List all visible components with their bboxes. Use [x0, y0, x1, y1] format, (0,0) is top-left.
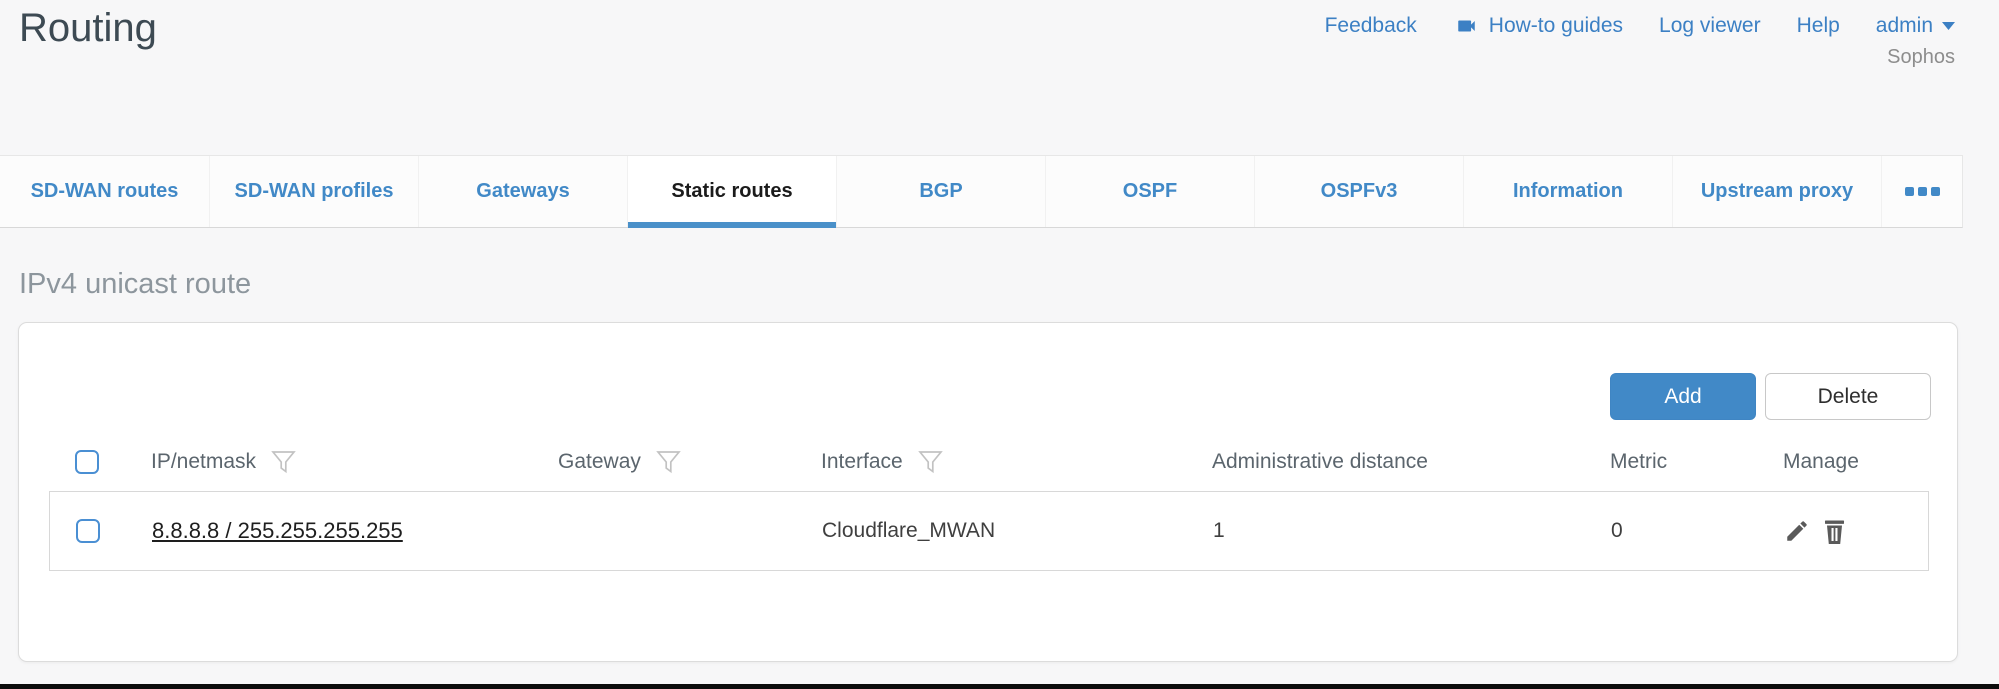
- card-buttons: Add Delete: [1610, 373, 1931, 420]
- delete-button[interactable]: Delete: [1765, 373, 1931, 420]
- help-label: Help: [1797, 14, 1840, 38]
- howto-guides-link[interactable]: How-to guides: [1453, 14, 1623, 38]
- log-viewer-label: Log viewer: [1659, 14, 1761, 38]
- howto-guides-label: How-to guides: [1489, 14, 1623, 38]
- tab-sd-wan-profiles[interactable]: SD-WAN profiles: [209, 156, 418, 227]
- table-header-row: IP/netmask Gateway Interface Administrat…: [49, 436, 1931, 488]
- column-header-gateway[interactable]: Gateway: [558, 450, 641, 474]
- log-viewer-link[interactable]: Log viewer: [1659, 14, 1761, 38]
- help-link[interactable]: Help: [1797, 14, 1840, 38]
- add-button[interactable]: Add: [1610, 373, 1756, 420]
- feedback-link-label: Feedback: [1325, 14, 1417, 38]
- edit-pencil-icon[interactable]: [1784, 518, 1810, 544]
- chevron-down-icon: [1942, 22, 1955, 30]
- filter-funnel-icon[interactable]: [918, 450, 943, 474]
- ellipsis-icon: [1931, 187, 1940, 196]
- column-header-metric: Metric: [1610, 450, 1667, 474]
- tabs-more-button[interactable]: [1881, 156, 1962, 227]
- feedback-link[interactable]: Feedback: [1325, 14, 1417, 38]
- tab-upstream-proxy[interactable]: Upstream proxy: [1672, 156, 1881, 227]
- page-title: Routing: [19, 6, 157, 51]
- table-body: 8.8.8.8 / 255.255.255.255 Cloudflare_MWA…: [49, 491, 1929, 571]
- table-row: 8.8.8.8 / 255.255.255.255 Cloudflare_MWA…: [50, 492, 1928, 570]
- tab-information[interactable]: Information: [1463, 156, 1672, 227]
- route-metric-cell: 0: [1611, 519, 1784, 543]
- column-header-administrative-distance: Administrative distance: [1212, 450, 1428, 474]
- tab-bar: SD-WAN routes SD-WAN profiles Gateways S…: [0, 155, 1963, 228]
- tab-sd-wan-routes[interactable]: SD-WAN routes: [0, 156, 209, 227]
- top-nav: Feedback How-to guides Log viewer Help a…: [1325, 14, 1955, 38]
- tab-gateways[interactable]: Gateways: [418, 156, 627, 227]
- column-header-interface[interactable]: Interface: [821, 450, 903, 474]
- ellipsis-icon: [1918, 187, 1927, 196]
- route-admin-distance-cell: 1: [1213, 519, 1611, 543]
- filter-funnel-icon[interactable]: [656, 450, 681, 474]
- select-all-checkbox[interactable]: [75, 450, 99, 474]
- org-label: Sophos: [1887, 46, 1955, 69]
- video-camera-icon: [1453, 15, 1480, 37]
- tab-ospfv3[interactable]: OSPFv3: [1254, 156, 1463, 227]
- tab-bgp[interactable]: BGP: [836, 156, 1045, 227]
- section-heading: IPv4 unicast route: [19, 268, 251, 301]
- routes-card: Add Delete IP/netmask Gateway Interface …: [18, 322, 1958, 662]
- route-interface-cell: Cloudflare_MWAN: [822, 519, 1213, 543]
- route-ip-netmask-link[interactable]: 8.8.8.8 / 255.255.255.255: [152, 518, 403, 544]
- user-menu-label: admin: [1876, 14, 1933, 38]
- user-menu[interactable]: admin: [1876, 14, 1955, 38]
- row-checkbox[interactable]: [76, 519, 100, 543]
- column-header-ip-netmask[interactable]: IP/netmask: [151, 450, 256, 474]
- screen-bottom-edge: [0, 684, 1999, 689]
- ellipsis-icon: [1905, 187, 1914, 196]
- column-header-manage: Manage: [1783, 450, 1859, 474]
- filter-funnel-icon[interactable]: [271, 450, 296, 474]
- tab-ospf[interactable]: OSPF: [1045, 156, 1254, 227]
- tab-static-routes[interactable]: Static routes: [627, 156, 836, 227]
- delete-trash-icon[interactable]: [1823, 518, 1846, 545]
